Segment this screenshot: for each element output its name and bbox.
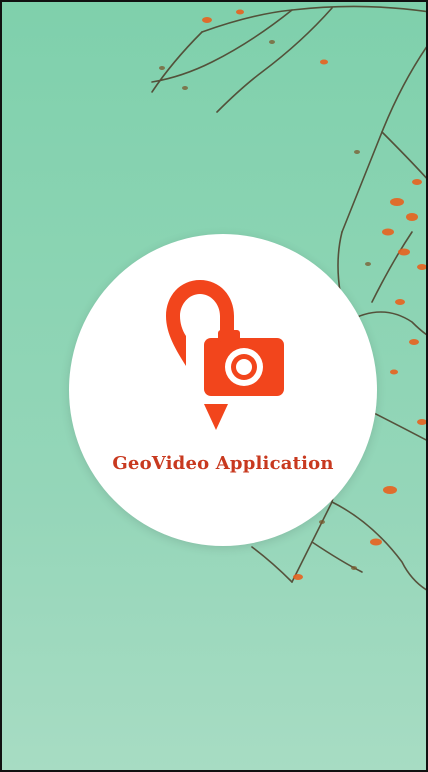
app-name-label: GeoVideo Application xyxy=(112,453,334,474)
splash-screen: GeoVideo Application xyxy=(0,0,428,772)
location-pin-camera-icon xyxy=(166,280,284,430)
